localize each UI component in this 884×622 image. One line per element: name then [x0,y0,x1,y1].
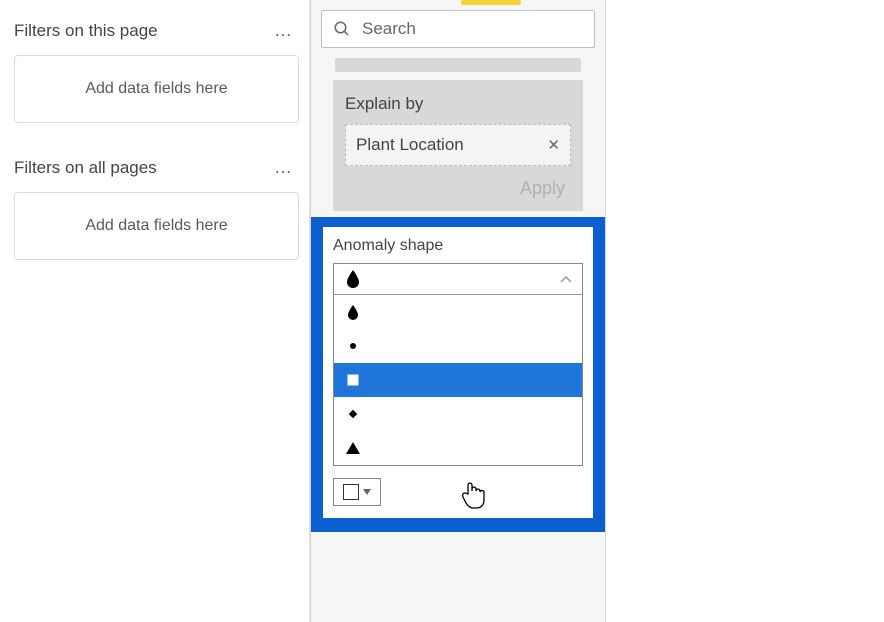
droplet-icon [344,303,362,321]
remove-field-icon[interactable]: ✕ [547,136,560,154]
filters-on-all-dropzone[interactable]: Add data fields here [14,192,299,260]
shape-option-dot[interactable] [334,329,582,363]
filters-pane: Filters on this page … Add data fields h… [0,0,310,622]
filters-on-all-more-icon[interactable]: … [274,157,293,178]
shape-option-square[interactable] [334,363,582,397]
anomaly-color-picker[interactable] [333,478,381,506]
filters-on-page-more-icon[interactable]: … [274,20,293,41]
color-swatch-icon [343,484,359,500]
filters-on-all-section: Filters on all pages … Add data fields h… [14,147,299,260]
search-icon [332,19,352,39]
explain-by-title: Explain by [345,94,571,114]
shape-option-droplet[interactable] [334,295,582,329]
chevron-up-icon [560,271,572,287]
anomaly-shape-panel: Anomaly shape [323,227,593,518]
explain-by-panel: Explain by Plant Location ✕ Apply [333,80,583,211]
shape-option-triangle[interactable] [334,431,582,465]
explain-by-field-label: Plant Location [356,135,464,155]
search-input[interactable]: Search [321,10,595,48]
triangle-icon [344,439,362,457]
anomaly-shape-current[interactable] [334,264,582,295]
search-placeholder: Search [362,19,416,39]
filters-on-page-title: Filters on this page [14,21,158,41]
active-tab-indicator [461,0,521,5]
filters-on-page-section: Filters on this page … Add data fields h… [14,10,299,123]
filters-on-all-title: Filters on all pages [14,158,157,178]
caret-down-icon [363,489,371,495]
collapsed-section-bar[interactable] [335,58,581,72]
anomaly-shape-dropdown[interactable] [333,263,583,466]
dot-icon [344,337,362,355]
apply-button[interactable]: Apply [520,178,565,198]
diamond-icon [344,405,362,423]
anomaly-shape-title: Anomaly shape [333,237,583,255]
filters-on-page-dropzone[interactable]: Add data fields here [14,55,299,123]
shape-option-diamond[interactable] [334,397,582,431]
droplet-icon [344,270,362,288]
explain-by-field-chip[interactable]: Plant Location ✕ [345,124,571,166]
square-icon [344,371,362,389]
canvas-area [606,0,884,622]
visualizations-pane: Search Explain by Plant Location ✕ Apply… [310,0,606,622]
highlighted-section: Anomaly shape [311,217,605,532]
